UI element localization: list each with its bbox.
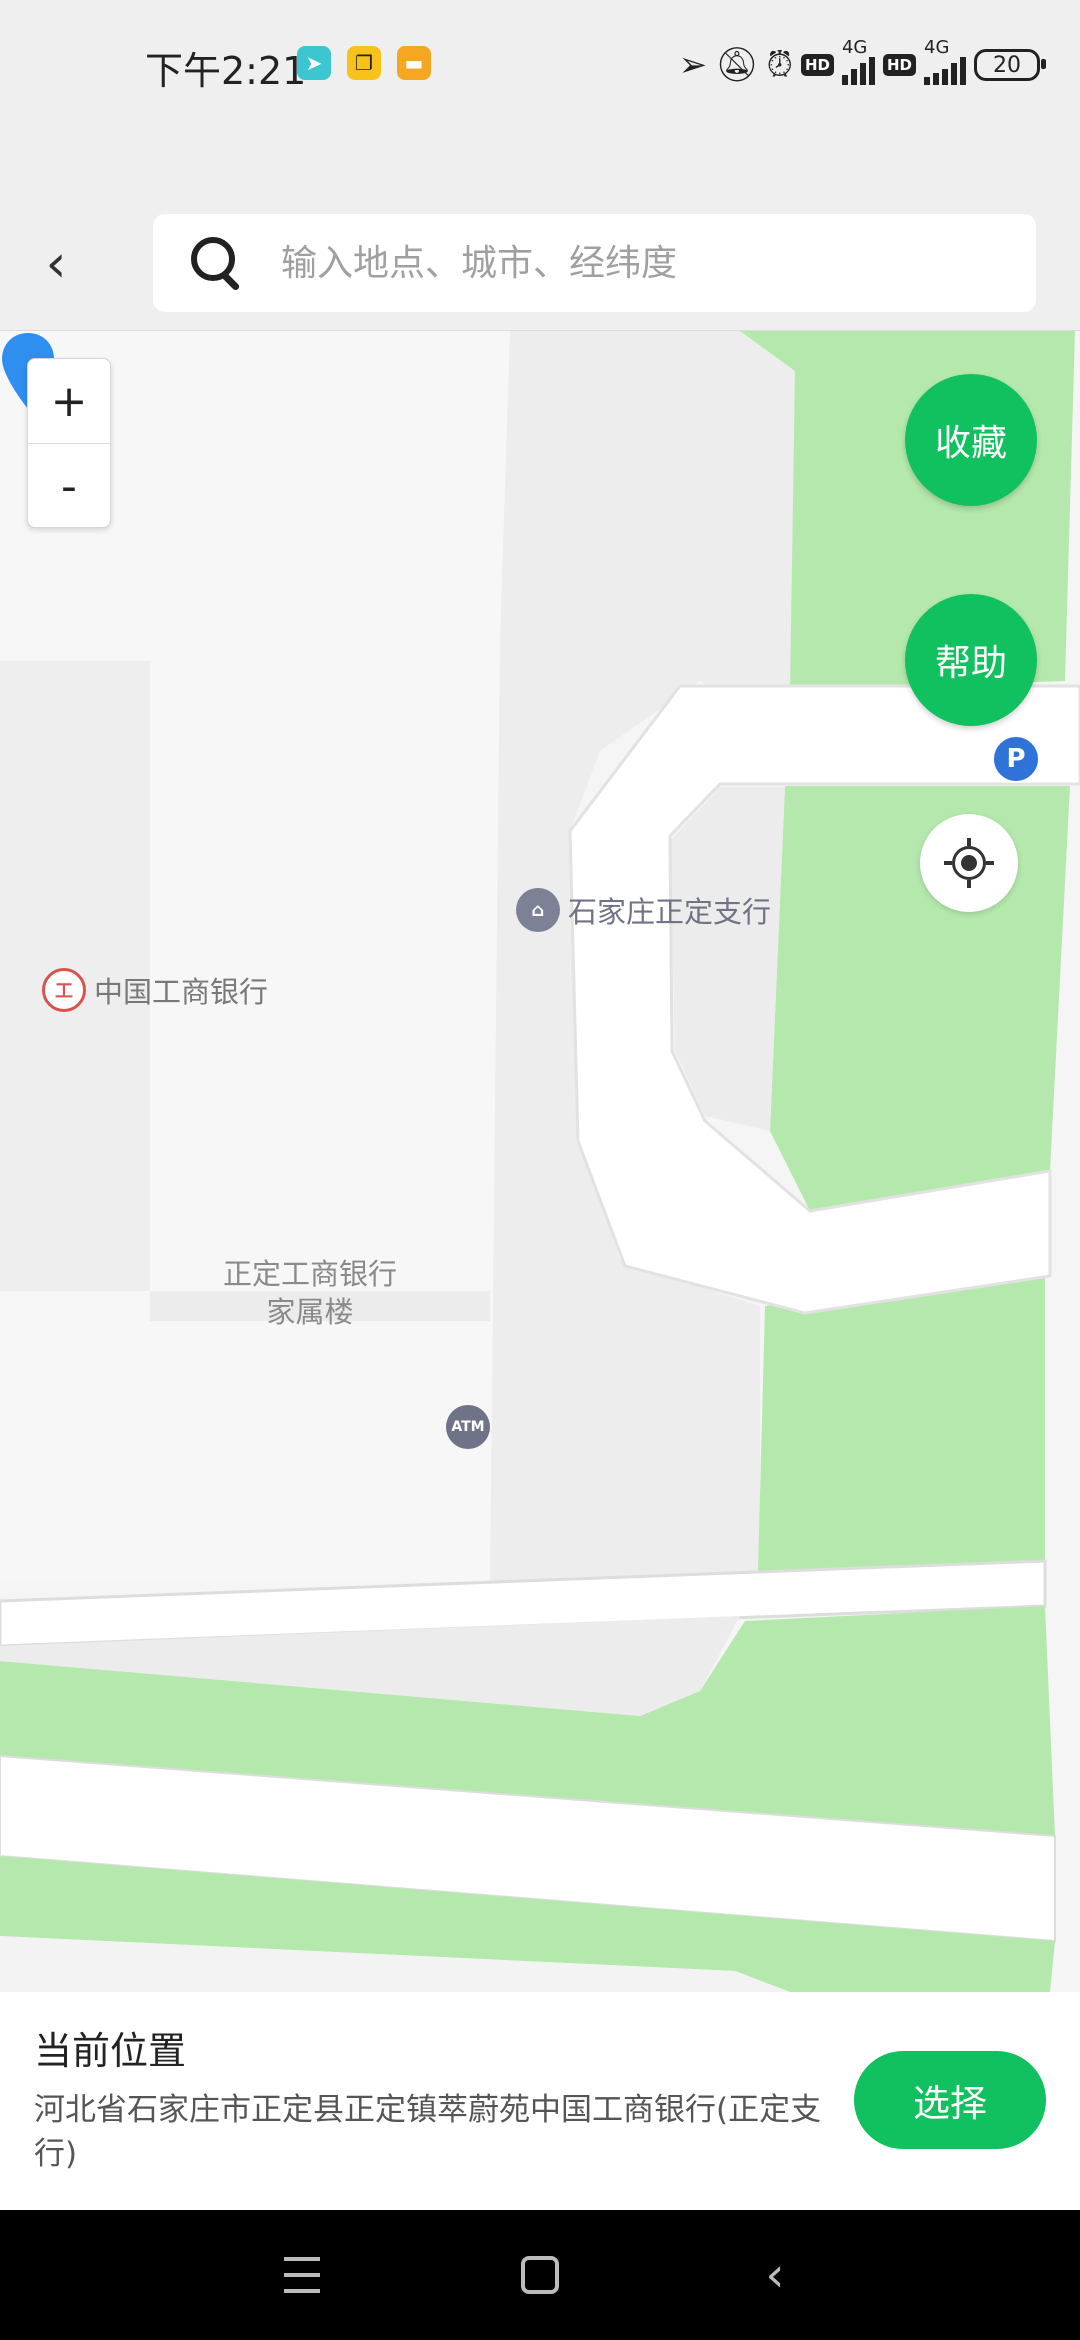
signal-2-icon: 4G [924,37,966,85]
hd-badge-1: HD [800,54,834,76]
map-canvas [0,331,1080,1992]
alarm-icon: ⏰︎ [766,45,793,85]
building-label-line1: 正定工商银行 [222,1257,397,1291]
help-button[interactable]: 帮助 [905,594,1037,726]
bell-muted-icon: 🔕︎ [715,45,759,85]
battery-level: 20 [993,52,1021,78]
search-header: ‹ [0,198,1080,331]
building-label-line2: 家属楼 [266,1295,354,1329]
copy-app-icon: ❐ [347,46,381,80]
back-icon[interactable]: ‹ [745,2245,805,2305]
zoom-out-button[interactable]: - [28,443,110,527]
icbc-logo-icon: 工 [42,968,86,1012]
favorite-button[interactable]: 收藏 [905,374,1037,506]
bank-icon: ⌂ [516,888,560,932]
zoom-control: + - [27,358,111,528]
battery-icon: 20 [974,49,1046,81]
parking-icon[interactable]: P [992,735,1040,783]
select-button[interactable]: 选择 [854,2051,1046,2149]
hd-badge-2: HD [882,54,916,76]
current-location-address: 河北省石家庄市正定县正定镇萃蔚苑中国工商银行(正定支行) [34,2092,822,2172]
crosshair-icon [944,838,994,888]
building-label: 正定工商银行 家属楼 [210,1255,410,1331]
home-icon [521,2256,559,2294]
poi-label-icbc: 中国工商银行 [94,975,269,1009]
search-icon [187,233,247,293]
zoom-in-button[interactable]: + [28,359,110,443]
poi-bank-branch[interactable]: ⌂ 石家庄正定支行 [516,888,771,932]
poi-atm[interactable]: ATM [446,1405,490,1449]
back-button[interactable]: ‹ [28,228,84,300]
network-label-2: 4G [924,37,950,58]
message-app-icon: ▬ [397,46,431,80]
signal-1-icon: 4G [841,37,875,85]
status-icons: ➢ 🔕︎ ⏰︎ HD 4G HD 4G 20 [678,37,1046,90]
telegram-app-icon: ➤ [297,46,331,80]
status-time: 下午2:21 [145,49,307,93]
search-box[interactable] [153,214,1036,312]
locate-button[interactable] [920,814,1018,912]
home-button[interactable] [510,2245,570,2305]
current-location-title: 当前位置 [34,2029,187,2073]
chevron-left-icon: ‹ [45,234,67,294]
search-input[interactable] [279,241,983,285]
network-label-1: 4G [841,37,868,58]
menu-icon[interactable] [272,2245,332,2305]
location-arrow-icon: ➢ [678,45,708,85]
poi-icbc[interactable]: 工 中国工商银行 [42,968,268,1012]
poi-label-bank-branch: 石家庄正定支行 [568,895,772,929]
status-bar: 下午2:21 ➤ ❐ ▬ ➢ 🔕︎ ⏰︎ HD 4G HD 4G 20 [0,0,1080,199]
map-view[interactable]: P ⌂ 石家庄正定支行 工 中国工商银行 正定工商银行 家属楼 ATM [0,331,1080,1992]
location-panel: 当前位置 河北省石家庄市正定县正定镇萃蔚苑中国工商银行(正定支行) 选择 [0,1992,1080,2210]
atm-icon: ATM [446,1405,490,1449]
system-nav-bar: ‹ [0,2210,1080,2340]
